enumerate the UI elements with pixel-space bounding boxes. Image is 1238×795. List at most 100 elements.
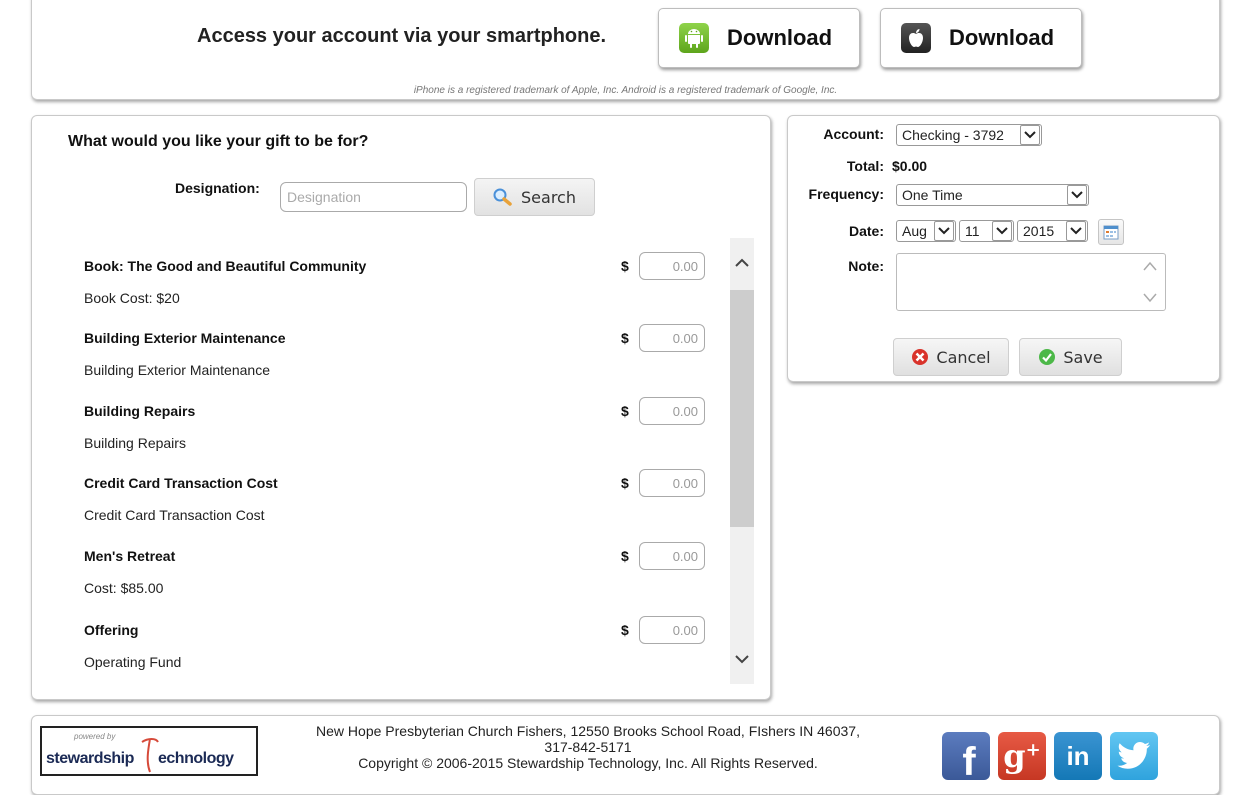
fund-amount-input[interactable] <box>639 252 705 280</box>
note-label: Note: <box>848 258 884 274</box>
fund-item: Book: The Good and Beautiful Community B… <box>84 252 705 328</box>
designation-label: Designation: <box>175 180 260 196</box>
google-plus-icon: g+ <box>1003 737 1041 775</box>
cancel-button[interactable]: Cancel <box>893 338 1009 376</box>
date-day-value: 11 <box>965 223 980 239</box>
currency-symbol: $ <box>621 258 629 274</box>
frequency-select[interactable]: One Time <box>896 184 1089 206</box>
date-label: Date: <box>848 223 884 239</box>
total-label: Total: <box>846 158 884 174</box>
scrollbar-thumb[interactable] <box>730 290 754 527</box>
chevron-down-icon <box>1066 221 1086 241</box>
twitter-icon <box>1117 742 1150 769</box>
trademark-notice: iPhone is a registered trademark of Appl… <box>413 85 838 96</box>
note-textarea[interactable] <box>896 253 1166 311</box>
account-label: Account: <box>823 126 884 142</box>
facebook-icon: f <box>962 739 976 784</box>
total-value: $0.00 <box>892 158 928 174</box>
chevron-down-icon <box>1020 125 1040 145</box>
account-select[interactable]: Checking - 3792 <box>896 124 1042 146</box>
x-circle-icon <box>912 349 929 365</box>
chevron-up-icon <box>735 258 749 267</box>
fund-amount-input[interactable] <box>639 397 705 425</box>
magnifier-icon <box>493 188 512 206</box>
footer-contact: New Hope Presbyterian Church Fishers, 12… <box>258 723 918 771</box>
fund-list-scrollbar[interactable] <box>730 238 754 684</box>
check-circle-icon <box>1039 349 1056 365</box>
chevron-down-icon <box>992 221 1012 241</box>
cancel-button-label: Cancel <box>936 347 991 367</box>
fund-description: Cost: $85.00 <box>84 580 164 596</box>
apple-icon <box>901 23 931 53</box>
stewardship-technology-logo[interactable]: powered by stewardship echnology <box>40 726 258 776</box>
fund-description: Book Cost: $20 <box>84 290 180 306</box>
fund-item: Credit Card Transaction Cost Credit Card… <box>84 469 705 545</box>
date-day-select[interactable]: 11 <box>959 220 1014 242</box>
footer-copyright: Copyright © 2006-2015 Stewardship Techno… <box>358 755 818 771</box>
fund-name: Men's Retreat <box>84 548 176 564</box>
fund-item: Offering Operating Fund $ <box>84 616 705 692</box>
currency-symbol: $ <box>621 622 629 638</box>
note-scroll-arrows-icon <box>1143 261 1157 303</box>
apple-download-button[interactable]: Download <box>880 8 1082 68</box>
fund-name: Book: The Good and Beautiful Community <box>84 258 367 274</box>
apple-download-label: Download <box>949 25 1055 50</box>
app-promo-banner: Access your account via your smartphone.… <box>31 0 1220 100</box>
save-button[interactable]: Save <box>1019 338 1122 376</box>
search-button[interactable]: Search <box>474 178 595 216</box>
fund-description: Building Repairs <box>84 435 186 451</box>
chevron-down-icon <box>1067 185 1087 205</box>
facebook-link[interactable]: f <box>942 732 990 784</box>
chevron-down-icon <box>735 655 749 664</box>
app-promo-heading: Access your account via your smartphone. <box>197 25 607 47</box>
linkedin-icon: in <box>1066 740 1090 771</box>
calendar-icon <box>1103 225 1119 240</box>
logo-wordmark-left: stewardship <box>46 750 134 767</box>
footer-address: New Hope Presbyterian Church Fishers, 12… <box>316 723 860 739</box>
fund-amount-input[interactable] <box>639 324 705 352</box>
logo-powered-by: powered by <box>74 732 116 741</box>
fund-description: Credit Card Transaction Cost <box>84 507 265 523</box>
designation-search-input[interactable] <box>280 182 467 212</box>
date-month-value: Aug <box>902 223 927 239</box>
scroll-down-button[interactable] <box>730 634 754 684</box>
account-value: Checking - 3792 <box>902 127 1004 143</box>
fund-name: Building Repairs <box>84 403 196 419</box>
currency-symbol: $ <box>621 475 629 491</box>
android-download-label: Download <box>727 25 833 50</box>
fund-item: Men's Retreat Cost: $85.00 $ <box>84 542 705 618</box>
logo-wordmark-right: echnology <box>158 750 234 767</box>
save-button-label: Save <box>1063 347 1103 367</box>
android-icon <box>679 23 709 53</box>
fund-item: Building Repairs Building Repairs $ <box>84 397 705 473</box>
date-year-value: 2015 <box>1023 223 1055 239</box>
gift-heading: What would you like your gift to be for? <box>68 133 369 150</box>
currency-symbol: $ <box>621 403 629 419</box>
chevron-down-icon <box>934 221 954 241</box>
fund-name: Credit Card Transaction Cost <box>84 475 278 491</box>
fund-description: Operating Fund <box>84 654 182 670</box>
footer-phone: 317-842-5171 <box>544 739 632 755</box>
calendar-button[interactable] <box>1098 219 1124 245</box>
footer: powered by stewardship echnology New Hop… <box>31 715 1220 795</box>
date-year-select[interactable]: 2015 <box>1017 220 1088 242</box>
fund-amount-input[interactable] <box>639 469 705 497</box>
date-month-select[interactable]: Aug <box>896 220 956 242</box>
designation-panel: What would you like your gift to be for?… <box>31 115 771 700</box>
fund-amount-input[interactable] <box>639 616 705 644</box>
fund-amount-input[interactable] <box>639 542 705 570</box>
scroll-up-button[interactable] <box>730 238 754 288</box>
fund-description: Building Exterior Maintenance <box>84 362 270 378</box>
fund-name: Building Exterior Maintenance <box>84 330 286 346</box>
frequency-label: Frequency: <box>808 186 884 202</box>
android-download-button[interactable]: Download <box>658 8 860 68</box>
gift-form-panel: Account: Checking - 3792 Total: $0.00 Fr… <box>787 115 1220 382</box>
twitter-link[interactable] <box>1110 732 1158 780</box>
fund-name: Offering <box>84 622 139 638</box>
frequency-value: One Time <box>902 187 963 203</box>
google-plus-link[interactable]: g+ <box>998 732 1046 780</box>
logo-t-mark-icon <box>141 738 159 773</box>
fund-item: Building Exterior Maintenance Building E… <box>84 324 705 400</box>
linkedin-link[interactable]: in <box>1054 732 1102 780</box>
search-button-label: Search <box>521 187 576 207</box>
